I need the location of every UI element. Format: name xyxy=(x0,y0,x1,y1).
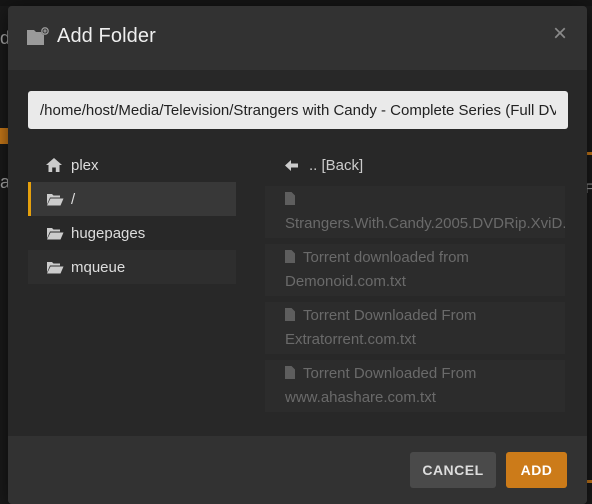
home-icon xyxy=(46,158,64,172)
folder-plus-icon xyxy=(26,26,50,48)
background-accent xyxy=(0,128,8,144)
file-item: Torrent downloaded from Demonoid.com.txt xyxy=(265,244,565,296)
folder-path-input[interactable] xyxy=(28,91,568,129)
sidebar-item-hugepages[interactable]: hugepages xyxy=(28,216,236,250)
sidebar-item-label: plex xyxy=(71,156,99,174)
dialog-header: Add Folder × xyxy=(8,6,587,70)
file-icon xyxy=(285,189,297,205)
root-folder-list: plex / hugepages mqueue xyxy=(28,148,236,284)
file-name-line2: Extratorrent.com.txt xyxy=(285,331,416,348)
sidebar-item-mqueue[interactable]: mqueue xyxy=(28,250,236,284)
folder-open-icon xyxy=(46,192,64,206)
file-icon xyxy=(285,247,297,263)
background-text: a xyxy=(0,172,8,192)
add-folder-dialog: Add Folder × plex / hugepages mque xyxy=(8,6,587,504)
file-name-line1: Torrent Downloaded From xyxy=(303,365,477,382)
sidebar-item-label: / xyxy=(71,190,76,208)
folder-open-icon xyxy=(46,260,64,274)
file-item: Strangers.With.Candy.2005.DVDRip.XviD.Ti… xyxy=(265,186,565,238)
add-button[interactable]: ADD xyxy=(506,452,567,488)
sidebar-item-root[interactable]: / xyxy=(28,182,236,216)
folder-open-icon xyxy=(46,226,64,240)
file-item: Torrent Downloaded From Extratorrent.com… xyxy=(265,302,565,354)
dialog-title: Add Folder xyxy=(57,25,156,47)
background-text: di xyxy=(0,28,8,48)
sidebar-item-label: hugepages xyxy=(71,224,146,242)
cancel-button[interactable]: CANCEL xyxy=(410,452,496,488)
file-icon xyxy=(285,363,297,379)
back-link[interactable]: .. [Back] xyxy=(285,155,363,175)
arrow-left-icon xyxy=(285,159,299,171)
sidebar-item-plex[interactable]: plex xyxy=(28,148,236,182)
close-button[interactable]: × xyxy=(549,22,571,46)
file-icon xyxy=(285,305,297,321)
dialog-footer: CANCEL ADD xyxy=(8,436,587,504)
back-label: .. [Back] xyxy=(309,156,364,174)
file-name-line2: www.ahashare.com.txt xyxy=(285,389,436,406)
file-name-line2: Strangers.With.Candy.2005.DVDRip.XviD.Ti… xyxy=(285,215,565,232)
file-name-line1: Torrent downloaded from xyxy=(303,249,469,266)
sidebar-item-label: mqueue xyxy=(71,258,126,276)
file-item: Torrent Downloaded From www.ahashare.com… xyxy=(265,360,565,412)
file-name-line1: Torrent Downloaded From xyxy=(303,307,477,324)
file-name-line2: Demonoid.com.txt xyxy=(285,273,406,290)
